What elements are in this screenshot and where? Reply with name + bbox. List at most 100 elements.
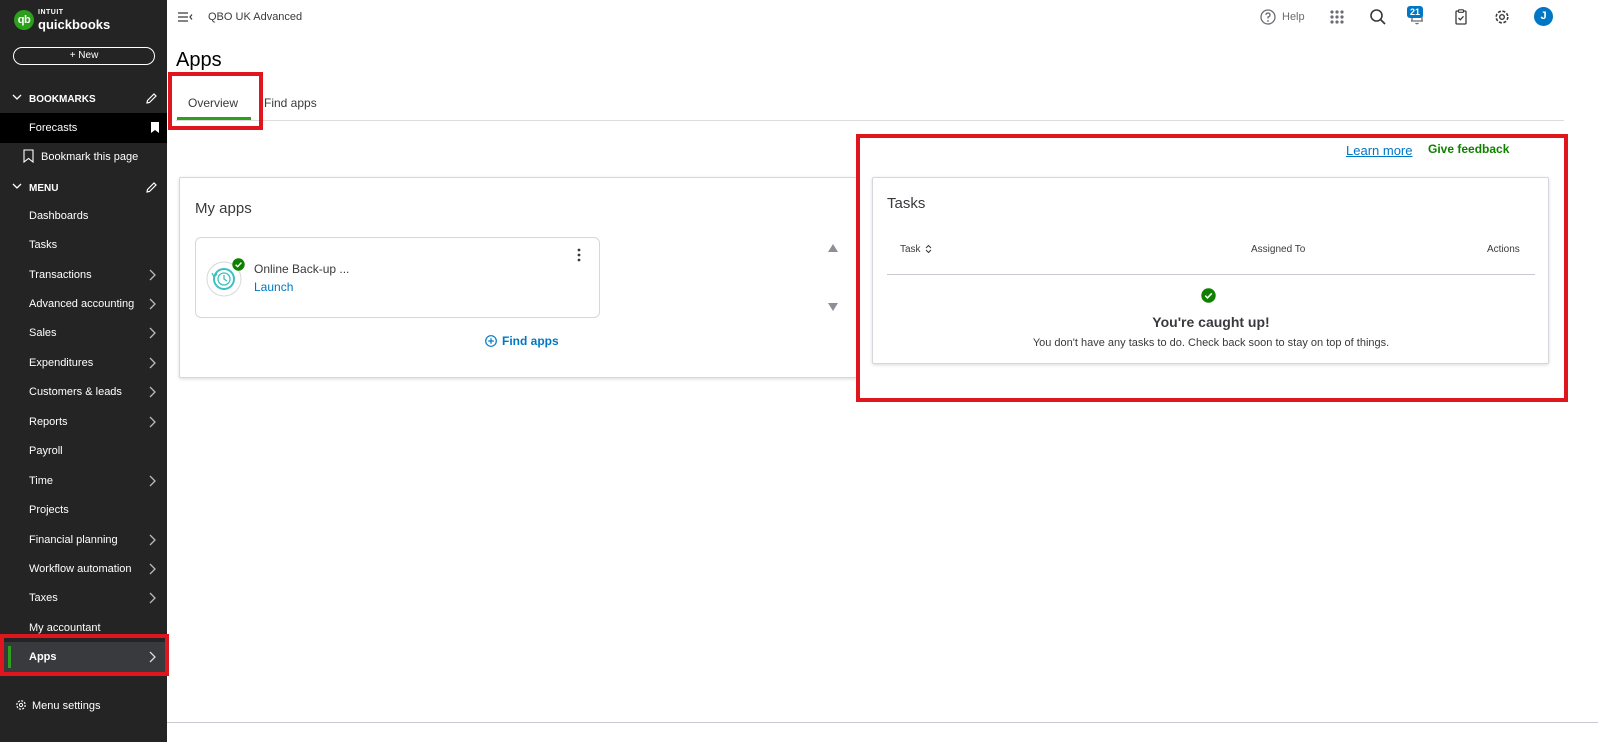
sidebar-item-expenditures[interactable]: Expenditures [0, 348, 167, 378]
tasks-card: Tasks Task Assigned To Actions You're ca… [872, 177, 1549, 364]
sidebar-item-reports[interactable]: Reports [0, 407, 167, 437]
tab-find-apps[interactable]: Find apps [264, 96, 317, 110]
sidebar-item-taxes[interactable]: Taxes [0, 583, 167, 613]
search-icon[interactable] [1369, 8, 1387, 26]
add-circle-icon [485, 335, 497, 347]
edit-bookmarks-icon[interactable] [145, 92, 158, 105]
sidebar-item-label: Transactions [29, 269, 92, 281]
app-tile[interactable]: Online Back-up ... Launch [195, 237, 600, 318]
top-bar: QBO UK Advanced Help 21 J [167, 0, 1598, 36]
company-name: QBO UK Advanced [208, 11, 303, 23]
menu-settings-label: Menu settings [32, 700, 101, 712]
menu-heading: MENU [29, 183, 59, 194]
sidebar-item-sales[interactable]: Sales [0, 318, 167, 348]
sidebar-item-dashboards[interactable]: Dashboards [0, 201, 167, 231]
my-apps-title: My apps [195, 200, 252, 217]
bookmark-filled-icon [151, 122, 159, 133]
my-apps-card: My apps Online Back-up ... Launch Find a… [179, 177, 857, 378]
chevron-right-icon [149, 269, 156, 281]
bookmarks-heading: BOOKMARKS [29, 94, 96, 105]
sidebar-item-label: Sales [29, 327, 57, 339]
bookmark-this-page[interactable]: Bookmark this page [0, 142, 167, 172]
table-divider [887, 274, 1535, 275]
tabs-divider [176, 120, 1564, 121]
learn-more-link[interactable]: Learn more [1346, 143, 1412, 158]
bookmark-item-label: Forecasts [29, 122, 78, 134]
sidebar-item-apps[interactable]: Apps [0, 642, 167, 672]
sort-icon [925, 244, 931, 254]
menu-settings[interactable]: Menu settings [0, 694, 167, 718]
chevron-right-icon [149, 534, 156, 546]
tasks-title: Tasks [887, 195, 926, 212]
menu-section-header[interactable]: MENU [0, 178, 167, 200]
empty-state-title: You're caught up! [1152, 314, 1270, 330]
column-header-task[interactable]: Task [900, 244, 932, 255]
sidebar-item-label: Dashboards [29, 210, 89, 222]
bookmarks-section-header[interactable]: BOOKMARKS [0, 89, 167, 111]
find-apps-label: Find apps [502, 334, 559, 348]
sidebar-item-transactions[interactable]: Transactions [0, 260, 167, 290]
sidebar-item-workflow-automation[interactable]: Workflow automation [0, 554, 167, 584]
chevron-right-icon [149, 386, 156, 398]
edit-menu-icon[interactable] [145, 181, 158, 194]
chevron-right-icon [149, 357, 156, 369]
empty-state-message: You don't have any tasks to do. Check ba… [1032, 337, 1390, 349]
tab-overview[interactable]: Overview [188, 96, 238, 110]
collapse-menu-icon[interactable] [177, 9, 193, 25]
sidebar-item-tasks[interactable]: Tasks [0, 230, 167, 260]
sidebar-item-label: Payroll [29, 445, 63, 457]
sidebar-item-financial-planning[interactable]: Financial planning [0, 525, 167, 555]
page-title: Apps [176, 49, 222, 71]
launch-app-link[interactable]: Launch [254, 280, 293, 294]
app-name: Online Back-up ... [254, 262, 350, 276]
scroll-down-arrow-icon[interactable] [828, 303, 838, 311]
active-indicator [8, 646, 11, 668]
chevron-right-icon [149, 327, 156, 339]
more-options-icon[interactable] [576, 248, 582, 262]
chevron-down-icon [12, 183, 22, 189]
sidebar-item-label: My accountant [29, 622, 101, 634]
gear-icon[interactable] [1493, 8, 1511, 26]
bottom-divider [167, 722, 1598, 723]
help-icon[interactable] [1259, 8, 1277, 26]
notification-count-badge: 21 [1407, 6, 1424, 18]
sidebar-item-customers-leads[interactable]: Customers & leads [0, 377, 167, 407]
sidebar-item-payroll[interactable]: Payroll [0, 436, 167, 466]
sidebar-item-label: Taxes [29, 592, 58, 604]
scroll-up-arrow-icon[interactable] [828, 244, 838, 252]
sidebar-item-my-accountant[interactable]: My accountant [0, 613, 167, 643]
chevron-right-icon [149, 475, 156, 487]
quickbooks-logo[interactable]: qb INTUIT quickbooks [14, 6, 134, 36]
check-circle-icon [1201, 288, 1216, 303]
column-header-label: Task [900, 244, 921, 255]
chevron-right-icon [149, 416, 156, 428]
sidebar-item-advanced-accounting[interactable]: Advanced accounting [0, 289, 167, 319]
sidebar-item-label: Workflow automation [29, 563, 132, 575]
sidebar-item-label: Customers & leads [29, 386, 122, 398]
logo-intuit-text: INTUIT [38, 9, 64, 16]
sidebar-item-label: Apps [29, 651, 57, 663]
chevron-right-icon [149, 651, 156, 663]
chevron-down-icon [12, 94, 22, 100]
give-feedback-link[interactable]: Give feedback [1428, 142, 1509, 156]
chevron-right-icon [149, 563, 156, 575]
new-button[interactable]: + New [13, 47, 155, 65]
column-header-assigned-to: Assigned To [1251, 244, 1306, 255]
find-apps-button[interactable]: Find apps [485, 334, 559, 348]
gear-icon [16, 700, 26, 710]
chevron-right-icon [149, 298, 156, 310]
help-button[interactable]: Help [1282, 11, 1305, 23]
bookmark-item-forecasts[interactable]: Forecasts [0, 113, 167, 143]
apps-grid-icon[interactable] [1328, 8, 1346, 26]
column-header-actions: Actions [1487, 244, 1520, 255]
check-circle-icon [232, 258, 245, 271]
sidebar-item-label: Projects [29, 504, 69, 516]
sidebar-item-projects[interactable]: Projects [0, 495, 167, 525]
sidebar: qb INTUIT quickbooks + New BOOKMARKS For… [0, 0, 167, 742]
bookmark-this-page-label: Bookmark this page [41, 151, 139, 163]
clipboard-check-icon[interactable] [1452, 8, 1470, 26]
sidebar-item-time[interactable]: Time [0, 466, 167, 496]
avatar[interactable]: J [1534, 7, 1553, 26]
sidebar-item-label: Financial planning [29, 534, 118, 546]
sidebar-item-label: Tasks [29, 239, 58, 251]
